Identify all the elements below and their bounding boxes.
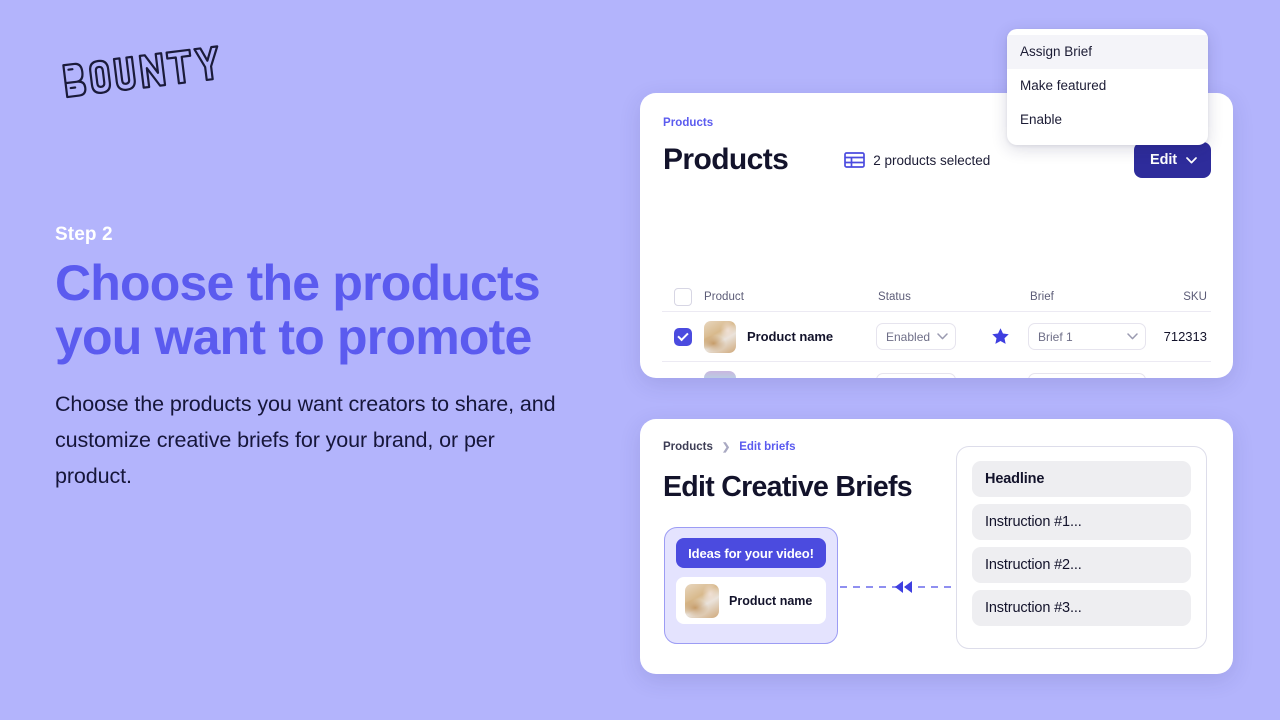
star-filled-icon[interactable] xyxy=(991,377,1010,378)
table-header-row: Product Status Brief SKU xyxy=(662,282,1211,312)
products-header: Products 2 products selected Edit xyxy=(663,140,1211,180)
table-row: Product name Enabled Brief 1 712313 xyxy=(662,312,1211,362)
sku-cell: 67123 xyxy=(1156,378,1211,379)
breadcrumb-products[interactable]: Products xyxy=(663,441,713,453)
chevron-down-icon xyxy=(937,333,948,340)
brief-value: Brief 1 xyxy=(1038,329,1073,344)
brief-cell: Brief 2 xyxy=(1028,373,1156,378)
brief-select[interactable]: Brief 2 xyxy=(1028,373,1146,378)
brief-instructions-panel: Headline Instruction #1... Instruction #… xyxy=(956,446,1207,649)
product-thumbnail xyxy=(704,320,736,353)
status-select[interactable]: Enabled xyxy=(876,323,956,350)
products-title: Products xyxy=(663,143,789,176)
edit-dropdown-menu: Assign Brief Make featured Enable xyxy=(1007,29,1208,145)
featured-cell xyxy=(972,377,1028,378)
product-thumbnail xyxy=(685,583,719,618)
step-label: Step 2 xyxy=(55,224,113,245)
idea-preview-card: Ideas for your video! Product name xyxy=(664,527,838,644)
connector-arrow xyxy=(840,581,958,593)
sku-cell: 712313 xyxy=(1156,328,1211,346)
idea-product-row[interactable]: Product name xyxy=(676,577,826,624)
status-value: Enabled xyxy=(886,329,931,344)
column-header-product: Product xyxy=(704,290,744,303)
edit-briefs-title: Edit Creative Briefs xyxy=(663,471,913,503)
edit-briefs-card: Products ❯ Edit briefs Edit Creative Bri… xyxy=(640,419,1233,674)
row-checkbox[interactable] xyxy=(674,327,692,346)
edit-button-label: Edit xyxy=(1150,152,1177,168)
headline-field[interactable]: Headline xyxy=(972,461,1191,497)
product-cell: Product name xyxy=(704,320,876,353)
instruction-field-2[interactable]: Instruction #2... xyxy=(972,547,1191,583)
menu-item-enable[interactable]: Enable xyxy=(1007,103,1208,137)
star-filled-icon[interactable] xyxy=(991,327,1010,346)
row-select-cell xyxy=(662,377,704,378)
featured-cell xyxy=(972,327,1028,346)
status-cell: Enabled xyxy=(876,323,972,350)
chevron-down-icon xyxy=(1186,156,1197,163)
products-table: Product Status Brief SKU Product name En… xyxy=(662,282,1211,378)
headline-line-2: you want to promote xyxy=(55,309,532,365)
selected-count-label: 2 products selected xyxy=(873,152,991,168)
chevron-down-icon xyxy=(1127,333,1138,340)
edit-button[interactable]: Edit xyxy=(1134,142,1211,178)
product-cell: Product name xyxy=(704,370,876,378)
column-header-sku: SKU xyxy=(1183,290,1207,303)
ideas-banner: Ideas for your video! xyxy=(676,538,826,568)
table-row: Product name Enabled Brief 2 xyxy=(662,362,1211,378)
brief-select[interactable]: Brief 1 xyxy=(1028,323,1146,350)
row-select-cell xyxy=(662,327,704,346)
brief-cell: Brief 1 xyxy=(1028,323,1156,350)
product-name: Product name xyxy=(729,593,813,608)
column-header-brief: Brief xyxy=(1030,290,1054,303)
sku-value: 712313 xyxy=(1163,328,1207,344)
breadcrumb: Products ❯ Edit briefs xyxy=(663,441,795,453)
page-title: Choose the products you want to promote xyxy=(55,256,575,364)
row-checkbox[interactable] xyxy=(674,377,692,378)
instruction-field-3[interactable]: Instruction #3... xyxy=(972,590,1191,626)
instruction-field-1[interactable]: Instruction #1... xyxy=(972,504,1191,540)
menu-item-make-featured[interactable]: Make featured xyxy=(1007,69,1208,103)
column-header-status: Status xyxy=(878,290,911,303)
select-all-checkbox[interactable] xyxy=(674,287,692,306)
headline-line-1: Choose the products xyxy=(55,255,541,311)
product-name: Product name xyxy=(747,329,834,344)
status-cell: Enabled xyxy=(876,373,972,378)
bounty-logo xyxy=(55,42,219,102)
hero-description: Choose the products you want creators to… xyxy=(55,392,556,488)
status-select[interactable]: Enabled xyxy=(876,373,956,378)
table-grid-icon xyxy=(844,152,866,168)
hero-copy: Step 2 Choose the products you want to p… xyxy=(55,224,575,494)
select-all-cell xyxy=(662,287,704,306)
product-thumbnail xyxy=(704,370,736,378)
selection-summary: 2 products selected xyxy=(844,152,990,168)
breadcrumb-edit-briefs[interactable]: Edit briefs xyxy=(739,441,795,453)
menu-item-assign-brief[interactable]: Assign Brief xyxy=(1007,35,1208,69)
chevron-right-icon: ❯ xyxy=(721,441,731,453)
breadcrumb-products[interactable]: Products xyxy=(663,117,713,129)
